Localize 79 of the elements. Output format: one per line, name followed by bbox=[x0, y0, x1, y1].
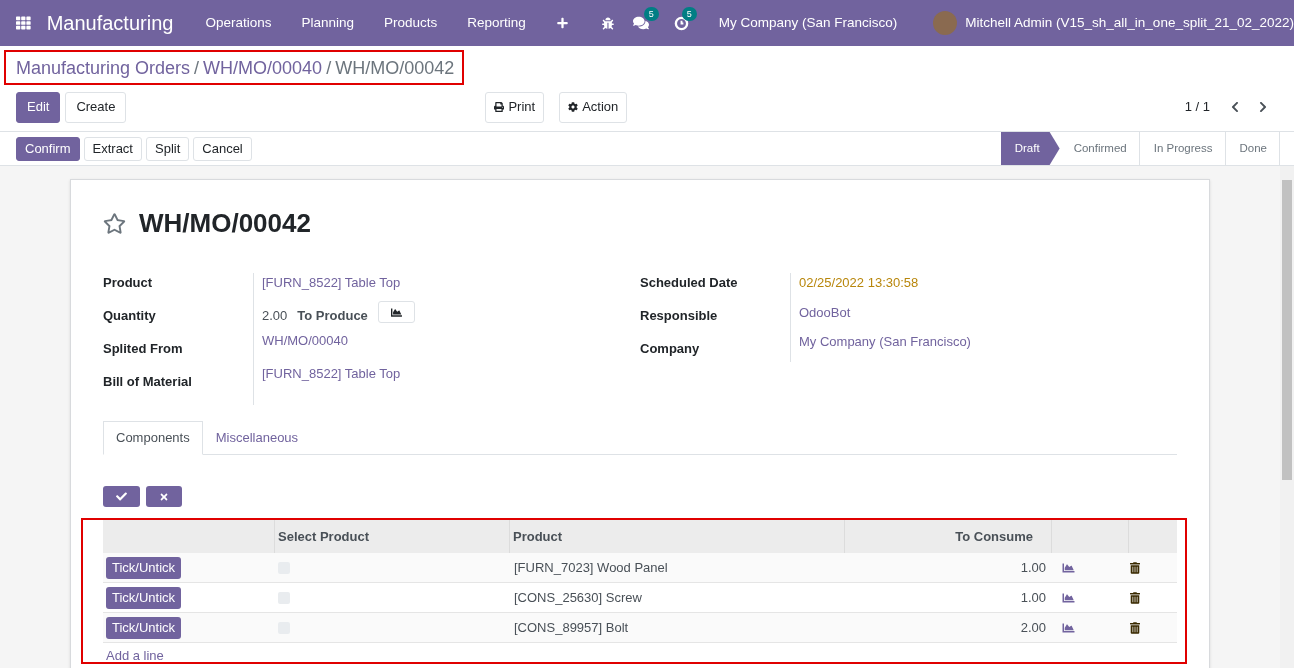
app-name: Manufacturing bbox=[46, 11, 174, 36]
close-icon bbox=[159, 491, 169, 502]
delete-icon[interactable] bbox=[1130, 561, 1140, 574]
status-step[interactable]: In Progress bbox=[1139, 132, 1226, 165]
apps-menu-icon[interactable] bbox=[16, 15, 31, 31]
breadcrumb-separator: / bbox=[326, 57, 332, 80]
delete-icon[interactable] bbox=[1130, 591, 1140, 604]
record-title: WH/MO/00042 bbox=[139, 207, 311, 240]
scrollbar[interactable] bbox=[1280, 166, 1294, 668]
table-cell-text: [CONS_89957] Bolt bbox=[513, 618, 630, 637]
pager-value: 1 / 1 bbox=[1184, 98, 1210, 117]
field-label: Responsible bbox=[640, 307, 719, 325]
edit-button[interactable]: Edit bbox=[16, 91, 61, 123]
header-button[interactable]: Confirm bbox=[16, 136, 80, 161]
dropdown-button[interactable]: Print bbox=[485, 91, 545, 123]
status-step[interactable]: Draft bbox=[1000, 132, 1060, 165]
header-button[interactable]: Extract bbox=[83, 136, 142, 161]
unit-label: To Produce bbox=[297, 307, 368, 325]
breadcrumb-current: WH/MO/00042 bbox=[335, 57, 455, 80]
field-value-link[interactable]: [FURN_8522] Table Top bbox=[262, 364, 415, 397]
delete-icon[interactable] bbox=[1130, 621, 1140, 634]
print-icon bbox=[494, 102, 505, 112]
clock-icon[interactable] bbox=[673, 15, 689, 31]
field-value: 02/25/2022 13:30:58 bbox=[799, 274, 920, 292]
bug-icon[interactable] bbox=[601, 16, 614, 30]
forecast-icon[interactable] bbox=[1061, 591, 1076, 604]
forecast-button[interactable] bbox=[377, 301, 415, 323]
dropdown-button[interactable]: Action bbox=[559, 91, 628, 123]
notification-badge: 5 bbox=[681, 6, 697, 21]
status-step[interactable]: Confirmed bbox=[1059, 132, 1140, 165]
table-cell-text: [CONS_25630] Screw bbox=[513, 588, 643, 607]
forecast-icon[interactable] bbox=[1061, 561, 1076, 574]
forecast-icon[interactable] bbox=[1061, 621, 1076, 634]
nav-menu-item[interactable]: Planning bbox=[301, 12, 354, 34]
check-button[interactable] bbox=[103, 486, 140, 507]
chart-icon bbox=[389, 306, 403, 318]
breadcrumb-link[interactable]: Manufacturing Orders bbox=[16, 55, 191, 82]
field-value-link[interactable]: My Company (San Francisco) bbox=[799, 332, 971, 362]
close-button[interactable] bbox=[146, 486, 182, 507]
star-icon[interactable] bbox=[103, 212, 126, 235]
create-button[interactable]: Create bbox=[65, 91, 127, 123]
check-icon bbox=[116, 491, 127, 502]
chat-icon[interactable] bbox=[632, 15, 649, 31]
notification-badge: 5 bbox=[643, 7, 659, 21]
field-label: Product bbox=[103, 274, 154, 292]
tick-untick-button[interactable]: Tick/Untick bbox=[106, 556, 182, 579]
notebook-tab[interactable]: Components bbox=[103, 421, 203, 455]
column-header[interactable]: Select Product bbox=[275, 526, 509, 547]
notebook-tab[interactable]: Miscellaneous bbox=[202, 421, 312, 455]
company-switcher[interactable]: My Company (San Francisco) bbox=[718, 12, 898, 34]
add-line-link[interactable]: Add a line bbox=[103, 643, 164, 666]
nav-menu-item[interactable]: Reporting bbox=[467, 12, 526, 34]
field-label: Splited From bbox=[103, 340, 184, 358]
gear-icon bbox=[568, 102, 579, 112]
table-cell-text: [FURN_7023] Wood Panel bbox=[513, 558, 669, 577]
table-cell-text: 1.00 bbox=[1019, 558, 1047, 577]
field-value: 2.00 bbox=[262, 307, 288, 325]
plus-icon[interactable] bbox=[556, 17, 568, 29]
field-label: Bill of Material bbox=[103, 373, 193, 391]
nav-menu-item[interactable]: Products bbox=[384, 12, 438, 34]
header-button[interactable]: Split bbox=[146, 136, 190, 161]
breadcrumb-link[interactable]: WH/MO/00040 bbox=[203, 55, 323, 82]
field-value-link[interactable]: WH/MO/00040 bbox=[262, 331, 415, 364]
field-value-link[interactable]: [FURN_8522] Table Top bbox=[262, 273, 415, 306]
header-button[interactable]: Cancel bbox=[193, 136, 252, 161]
table-cell-text: 2.00 bbox=[1019, 618, 1047, 637]
tick-untick-button[interactable]: Tick/Untick bbox=[106, 616, 182, 639]
field-label: Company bbox=[640, 340, 701, 358]
field-label: Quantity bbox=[103, 307, 157, 325]
field-value-link[interactable]: OdooBot bbox=[799, 302, 971, 333]
field-label: Scheduled Date bbox=[640, 274, 739, 292]
table-cell-text: 1.00 bbox=[1019, 588, 1047, 607]
user-menu[interactable]: Mitchell Admin (V15_sh_all_in_one_split_21_02_2022) bbox=[965, 12, 1294, 34]
next-icon[interactable] bbox=[1258, 101, 1268, 113]
breadcrumb-separator: / bbox=[194, 57, 200, 80]
status-step[interactable]: Done bbox=[1225, 132, 1280, 165]
nav-menu-item[interactable]: Operations bbox=[205, 12, 272, 34]
previous-icon[interactable] bbox=[1230, 101, 1240, 113]
tick-untick-button[interactable]: Tick/Untick bbox=[106, 586, 182, 609]
